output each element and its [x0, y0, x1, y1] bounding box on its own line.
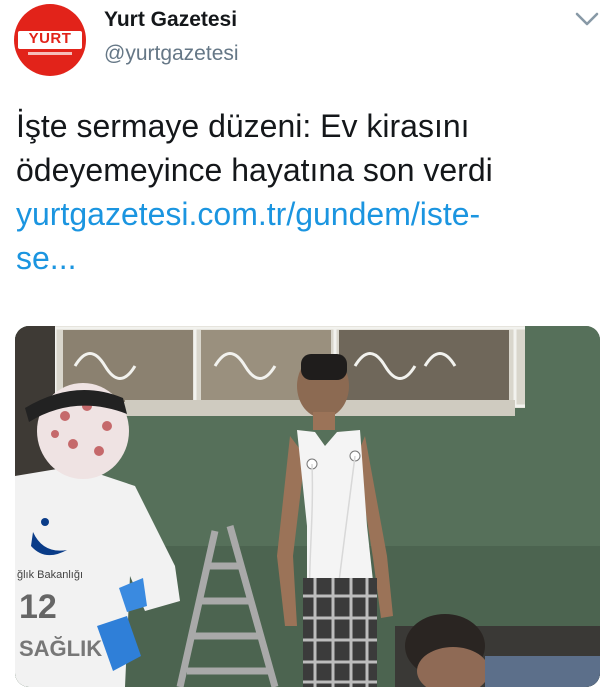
chevron-down-icon[interactable]: [574, 10, 600, 28]
user-handle[interactable]: @yurtgazetesi: [104, 42, 239, 66]
tweet-text: İşte sermaye düzeni: Ev kirasını ödeyeme…: [16, 104, 596, 280]
tweet-photo[interactable]: ğlık Bakanlığı 12 SAĞLIK: [15, 326, 600, 687]
vest-label: SAĞLIK: [19, 636, 102, 661]
vest-number: 12: [19, 588, 57, 626]
tweet-text-line: ödeyemeyince hayatına son verdi: [16, 152, 493, 188]
avatar-logo-underline: [28, 52, 72, 55]
display-name[interactable]: Yurt Gazetesi: [104, 8, 237, 32]
vest-badge-text: ğlık Bakanlığı: [17, 569, 83, 581]
tweet-link[interactable]: yurtgazetesi.com.tr/gundem/iste-: [16, 192, 596, 236]
tweet-text-line: İşte sermaye düzeni: Ev kirasını: [16, 108, 470, 144]
tweet-link-continued[interactable]: se...: [16, 236, 596, 280]
photo-scene: ğlık Bakanlığı 12 SAĞLIK: [15, 326, 600, 687]
avatar-logo-text: YURT: [28, 30, 72, 47]
avatar[interactable]: YURT: [14, 4, 86, 76]
